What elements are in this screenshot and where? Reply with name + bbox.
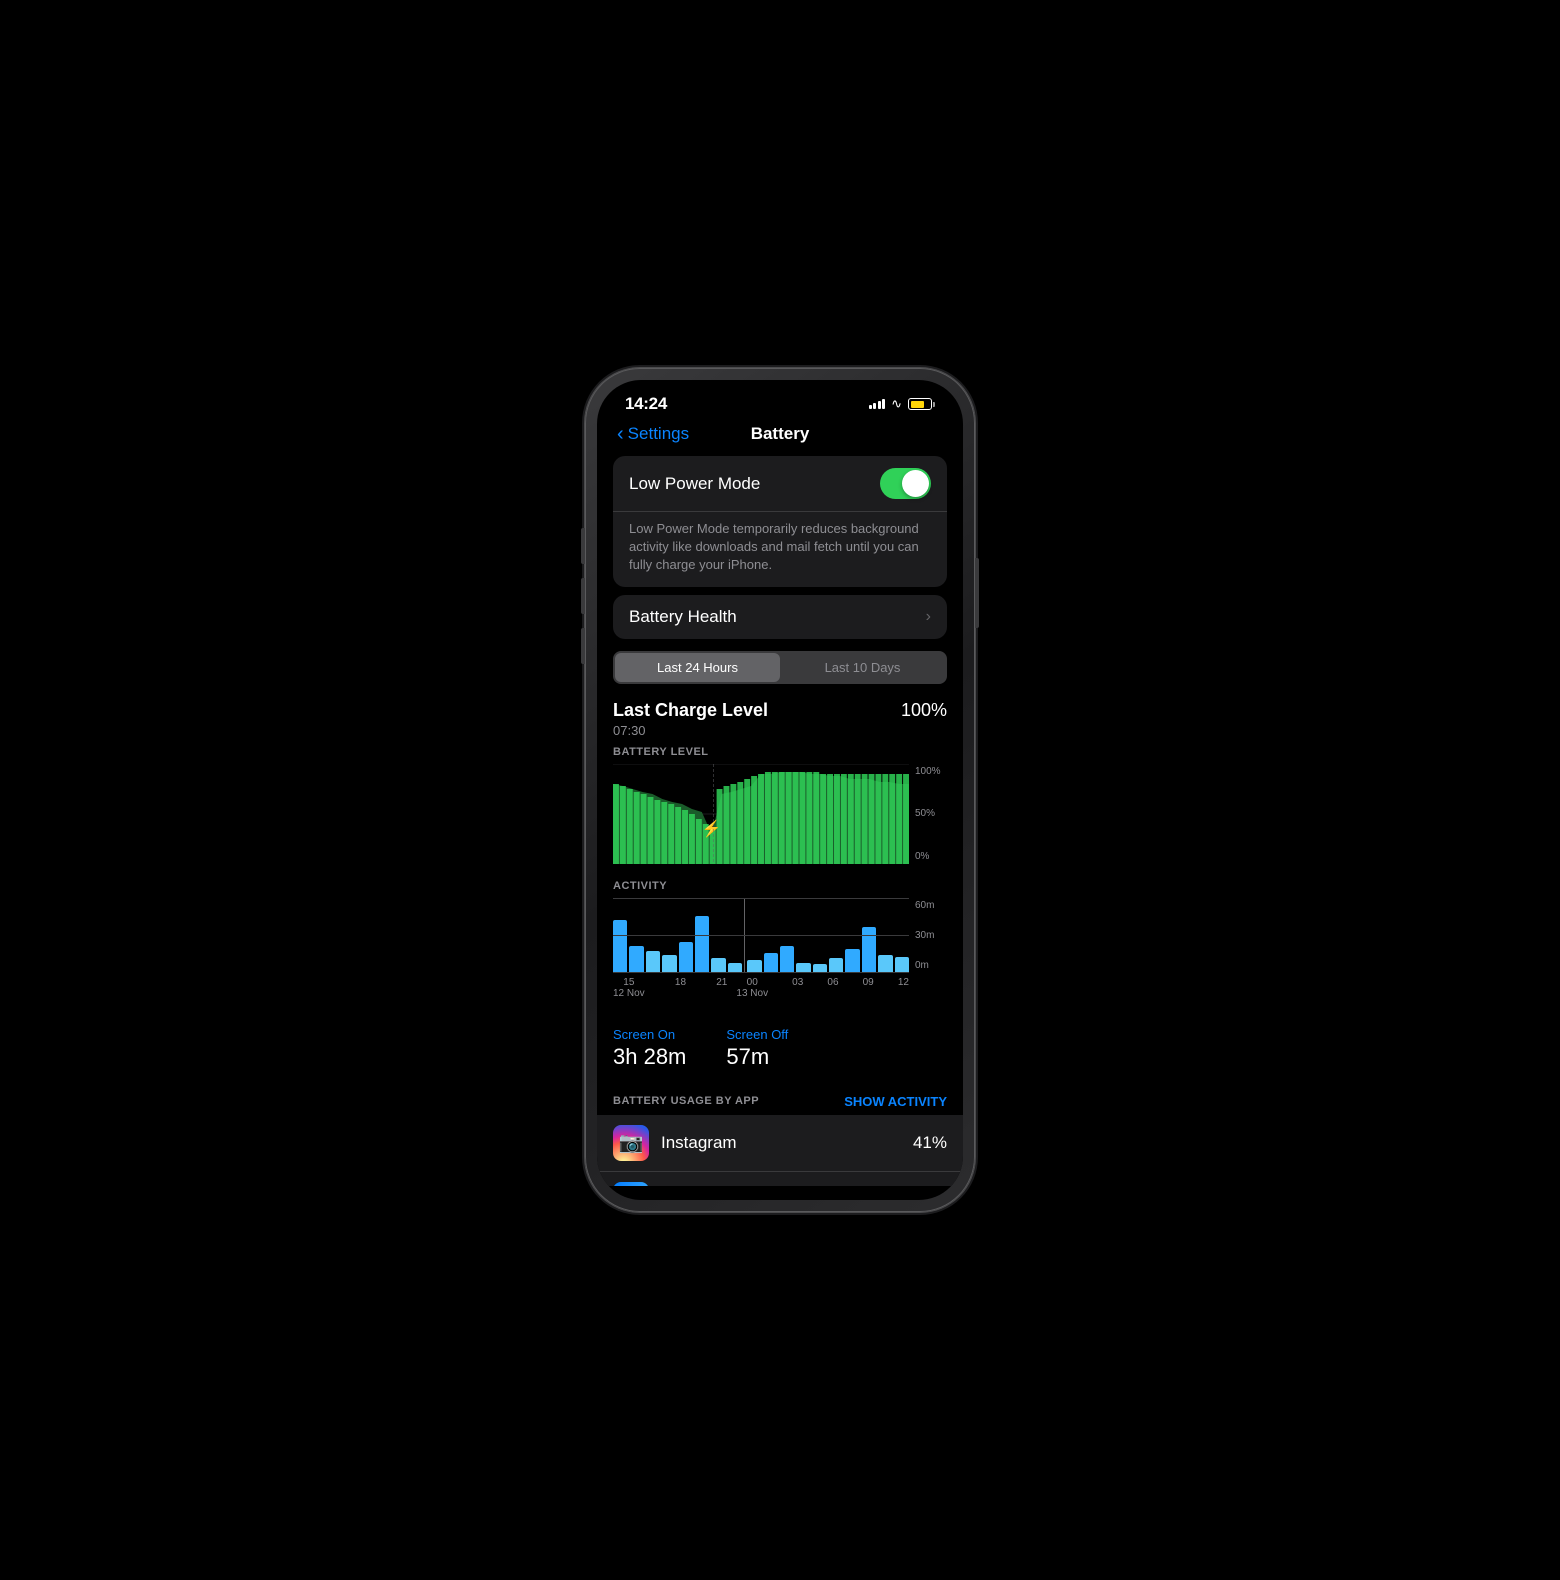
activity-y-label-0: 0m	[915, 960, 947, 971]
show-activity-button[interactable]: SHOW ACTIVITY	[844, 1094, 947, 1109]
activity-chart-section: ACTIVITY	[597, 880, 963, 1015]
battery-usage-header: BATTERY USAGE BY APP SHOW ACTIVITY	[597, 1086, 963, 1115]
low-power-mode-toggle[interactable]	[880, 468, 931, 499]
main-content[interactable]: Low Power Mode Low Power Mode temporaril…	[597, 456, 963, 1186]
app-row-safari[interactable]: 🧭 Safari 12%	[597, 1172, 963, 1186]
charge-time: 07:30	[613, 723, 947, 738]
charge-title: Last Charge Level	[613, 700, 768, 721]
chevron-right-icon: ›	[926, 608, 931, 626]
battery-y-label-50: 50%	[915, 808, 947, 819]
time-period-tabs: Last 24 Hours Last 10 Days	[613, 651, 947, 684]
instagram-app-percent: 41%	[913, 1133, 947, 1153]
battery-y-label-100: 100%	[915, 766, 947, 777]
battery-health-section: Battery Health ›	[613, 595, 947, 639]
x-axis-labels: 15 12 Nov 18 21	[613, 973, 909, 999]
activity-bar	[613, 920, 627, 972]
back-label: Settings	[628, 424, 689, 444]
tab-last-10-days[interactable]: Last 10 Days	[780, 653, 945, 682]
battery-health-label: Battery Health	[629, 607, 737, 627]
screen-on-item: Screen On 3h 28m	[613, 1027, 686, 1070]
phone-screen: 14:24 ∿ ‹ Set	[597, 380, 963, 1200]
notch	[705, 380, 855, 410]
charge-header: Last Charge Level 100%	[613, 700, 947, 721]
page-title: Battery	[751, 424, 810, 444]
toggle-knob	[902, 470, 929, 497]
back-button[interactable]: ‹ Settings	[617, 424, 689, 444]
activity-y-label-60: 60m	[915, 900, 947, 911]
tab-last-24-hours[interactable]: Last 24 Hours	[615, 653, 780, 682]
nav-bar: ‹ Settings Battery	[597, 420, 963, 456]
svg-text:⚡: ⚡	[702, 818, 722, 837]
phone-device: 14:24 ∿ ‹ Set	[585, 368, 975, 1212]
charge-level-section: Last Charge Level 100% 07:30	[597, 700, 963, 746]
status-time: 14:24	[625, 394, 667, 414]
low-power-mode-description: Low Power Mode temporarily reduces backg…	[613, 512, 947, 587]
instagram-app-name: Instagram	[661, 1133, 913, 1153]
signal-icon	[869, 399, 886, 409]
status-icons: ∿	[869, 396, 935, 412]
low-power-mode-row: Low Power Mode	[613, 456, 947, 512]
low-power-mode-label: Low Power Mode	[629, 474, 760, 494]
charge-percent: 100%	[901, 700, 947, 721]
screen-off-label: Screen Off	[726, 1027, 788, 1042]
screen-on-value: 3h 28m	[613, 1044, 686, 1070]
activity-chart-y-axis: 60m 30m 0m	[915, 898, 947, 973]
safari-app-icon: 🧭	[613, 1182, 649, 1186]
battery-level-chart: ⚡	[613, 764, 909, 864]
activity-chart-label: ACTIVITY	[613, 880, 947, 892]
low-power-mode-section: Low Power Mode Low Power Mode temporaril…	[613, 456, 947, 587]
activity-y-label-30: 30m	[915, 930, 947, 941]
back-chevron-icon: ‹	[617, 424, 624, 444]
wifi-icon: ∿	[891, 396, 902, 412]
battery-usage-label: BATTERY USAGE BY APP	[613, 1095, 759, 1107]
screen-usage-section: Screen On 3h 28m Screen Off 57m	[597, 1015, 963, 1086]
battery-status-icon	[908, 398, 935, 410]
battery-y-label-0: 0%	[915, 851, 947, 862]
instagram-app-icon: 📷	[613, 1125, 649, 1161]
screen-off-value: 57m	[726, 1044, 788, 1070]
battery-chart-label: BATTERY LEVEL	[613, 746, 947, 758]
app-row-instagram[interactable]: 📷 Instagram 41%	[597, 1115, 963, 1172]
screen-off-item: Screen Off 57m	[726, 1027, 788, 1070]
battery-chart-y-axis: 100% 50% 0%	[915, 764, 947, 864]
battery-chart-section: BATTERY LEVEL	[597, 746, 963, 880]
battery-health-row[interactable]: Battery Health ›	[613, 595, 947, 639]
screen-on-label: Screen On	[613, 1027, 686, 1042]
